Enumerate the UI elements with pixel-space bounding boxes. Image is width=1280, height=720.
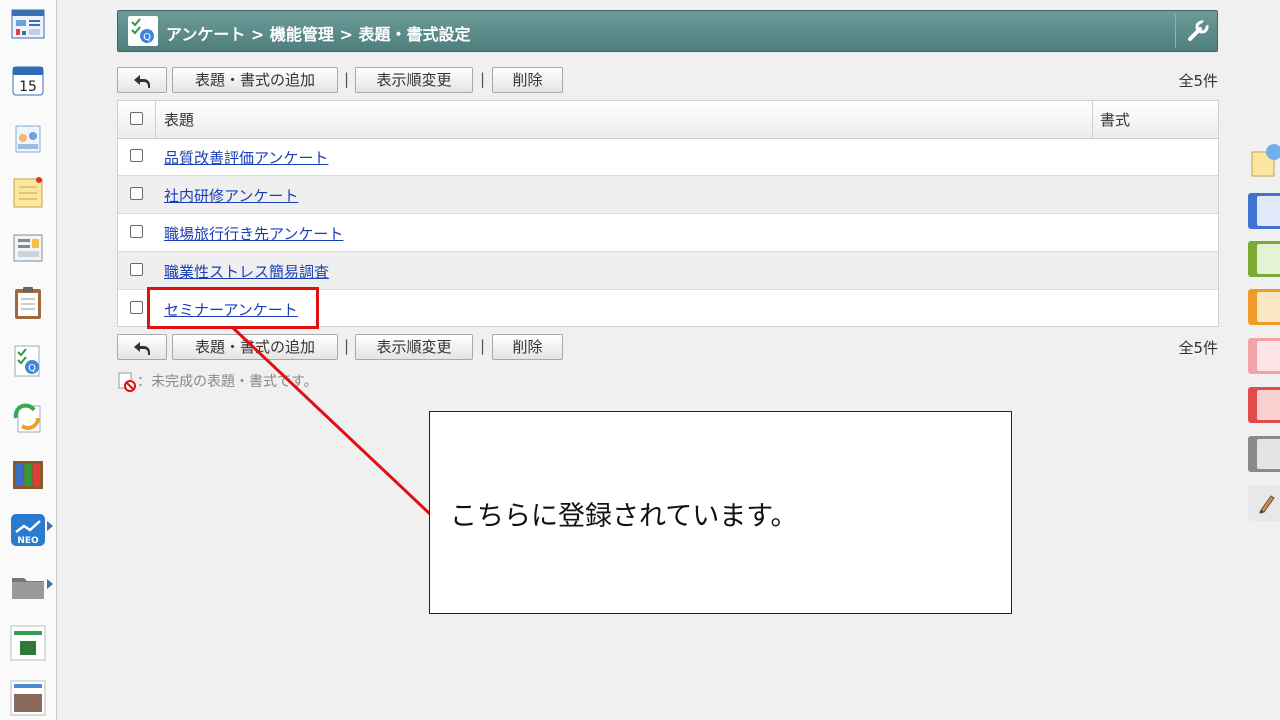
folder-icon[interactable]	[10, 568, 46, 604]
portal-icon[interactable]	[10, 6, 46, 42]
table-row: 職場旅行行き先アンケート	[118, 214, 1218, 252]
back-button[interactable]	[117, 334, 167, 360]
row-checkbox[interactable]	[130, 301, 143, 314]
color-swatch-blue[interactable]	[1248, 193, 1280, 229]
callout-text: こちらに登録されています。	[450, 501, 798, 532]
pencil-icon[interactable]	[1248, 485, 1280, 521]
table-row: 職業性ストレス簡易調査	[118, 252, 1218, 290]
back-arrow-icon	[134, 74, 150, 88]
neo-icon[interactable]: NEO	[10, 512, 46, 548]
add-title-format-button[interactable]: 表題・書式の追加	[172, 67, 338, 93]
table-header: 表題 書式	[118, 101, 1218, 139]
separator: |	[480, 337, 486, 355]
expand-arrow-icon[interactable]	[47, 579, 53, 589]
survey-icon[interactable]: Q	[10, 343, 46, 379]
title-link[interactable]: 品質改善評価アンケート	[164, 147, 328, 168]
calendar-day: 15	[19, 79, 37, 95]
column-header-format: 書式	[1100, 111, 1131, 129]
neo-label: NEO	[17, 536, 39, 546]
bulletin-board-icon[interactable]	[10, 230, 46, 266]
left-app-bar: 15 Q NEO	[0, 0, 57, 720]
delete-button[interactable]: 削除	[492, 334, 563, 360]
color-swatch-orange[interactable]	[1248, 289, 1280, 325]
survey-icon: Q	[128, 16, 158, 46]
svg-text:Q: Q	[143, 32, 151, 43]
table-row: 品質改善評価アンケート	[118, 138, 1218, 176]
workflow-icon[interactable]	[10, 400, 46, 436]
external-banner-logo[interactable]	[10, 680, 46, 716]
bottom-toolbar: 表題・書式の追加 | 表示順変更 | 削除 全5件	[117, 334, 1218, 360]
row-checkbox[interactable]	[130, 149, 143, 162]
top-toolbar: 表題・書式の追加 | 表示順変更 | 削除 全5件	[117, 67, 1218, 93]
total-count: 全5件	[1178, 72, 1218, 90]
memo-icon[interactable]	[10, 174, 46, 210]
wrench-icon[interactable]	[1186, 19, 1210, 43]
right-palette	[1244, 0, 1280, 720]
cabinet-icon[interactable]	[10, 456, 46, 492]
clipboard-icon[interactable]	[10, 285, 46, 321]
row-checkbox[interactable]	[130, 187, 143, 200]
reorder-button[interactable]: 表示順変更	[355, 67, 473, 93]
incomplete-document-icon	[117, 372, 137, 392]
color-swatch-pink[interactable]	[1248, 338, 1280, 374]
table-row: 社内研修アンケート	[118, 176, 1218, 214]
select-all-checkbox[interactable]	[130, 112, 143, 125]
separator: |	[344, 337, 350, 355]
color-swatch-green[interactable]	[1248, 241, 1280, 277]
svg-text:Q: Q	[28, 363, 36, 374]
color-swatch-red[interactable]	[1248, 387, 1280, 423]
page-title-bar: Q アンケート > 機能管理 > 表題・書式設定	[117, 10, 1218, 52]
add-title-format-button[interactable]: 表題・書式の追加	[172, 334, 338, 360]
delete-button[interactable]: 削除	[492, 67, 563, 93]
color-swatch-gray[interactable]	[1248, 436, 1280, 472]
reorder-button[interactable]: 表示順変更	[355, 334, 473, 360]
title-link[interactable]: 職業性ストレス簡易調査	[164, 261, 329, 282]
highlight-box	[147, 287, 319, 329]
back-arrow-icon	[134, 341, 150, 355]
org-chart-icon[interactable]	[10, 120, 46, 156]
breadcrumb: アンケート > 機能管理 > 表題・書式設定	[166, 25, 471, 44]
title-link[interactable]: 職場旅行行き先アンケート	[164, 223, 343, 244]
expand-arrow-icon[interactable]	[47, 521, 53, 531]
back-button[interactable]	[117, 67, 167, 93]
divider	[1175, 14, 1176, 48]
separator: |	[480, 70, 486, 88]
separator: |	[344, 70, 350, 88]
title-link[interactable]: 社内研修アンケート	[164, 185, 298, 206]
incomplete-legend: ：未完成の表題・書式です。	[117, 371, 318, 392]
row-checkbox[interactable]	[130, 225, 143, 238]
callout-box: こちらに登録されています。	[429, 411, 1012, 614]
row-checkbox[interactable]	[130, 263, 143, 276]
external-link-logo[interactable]	[10, 625, 46, 661]
calendar-icon[interactable]: 15	[10, 62, 46, 98]
note-icon[interactable]	[1250, 142, 1280, 178]
column-header-title: 表題	[164, 111, 195, 129]
legend-text: ：未完成の表題・書式です。	[137, 374, 318, 390]
total-count: 全5件	[1178, 339, 1218, 357]
